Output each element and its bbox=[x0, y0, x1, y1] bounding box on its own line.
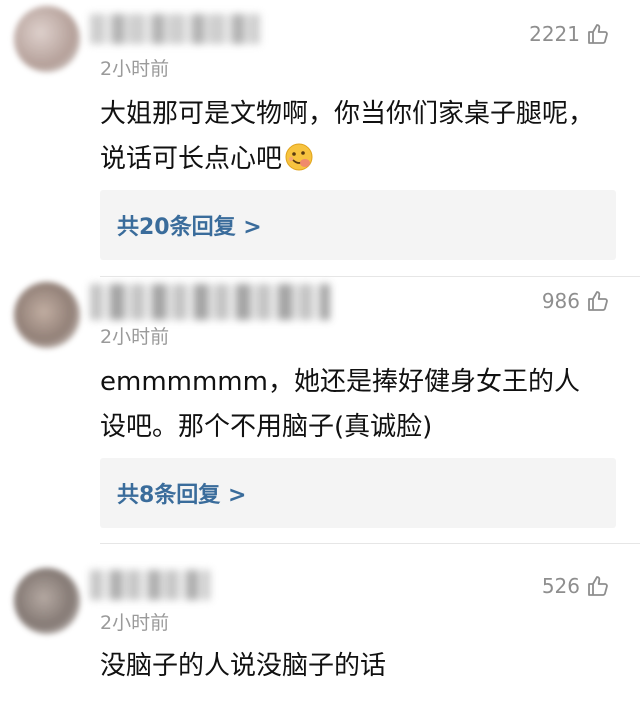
comment-text: emmmmmm，她还是捧好健身女王的人设吧。那个不用脑子(真诚脸) bbox=[100, 367, 580, 442]
comment-time: 2小时前 bbox=[100, 58, 170, 80]
avatar[interactable] bbox=[14, 568, 80, 634]
avatar[interactable] bbox=[14, 6, 80, 72]
comment-time: 2小时前 bbox=[100, 612, 170, 634]
divider bbox=[100, 543, 640, 544]
username-redacted[interactable] bbox=[90, 14, 260, 44]
like-count: 986 bbox=[541, 289, 580, 313]
username-redacted[interactable] bbox=[90, 284, 330, 320]
comment-time: 2小时前 bbox=[100, 326, 170, 348]
username-redacted[interactable] bbox=[90, 570, 210, 600]
replies-count-link[interactable]: 共8条回复 > bbox=[117, 477, 246, 509]
thumbs-up-icon bbox=[588, 576, 608, 596]
avatar[interactable] bbox=[14, 282, 80, 348]
thumbs-up-icon bbox=[588, 291, 608, 311]
like-button[interactable]: 986 bbox=[542, 289, 610, 313]
divider bbox=[100, 276, 640, 277]
view-replies-button[interactable]: 共20条回复 > bbox=[100, 190, 616, 260]
comment-text: 没脑子的人说没脑子的话 bbox=[100, 651, 387, 681]
like-button[interactable]: 2221 bbox=[529, 22, 610, 46]
like-button[interactable]: 526 bbox=[542, 574, 610, 598]
view-replies-button[interactable]: 共8条回复 > bbox=[100, 458, 616, 528]
like-count: 2221 bbox=[529, 22, 580, 46]
thumbs-up-icon bbox=[588, 24, 608, 44]
comment-text: 大姐那可是文物啊，你当你们家桌子腿呢，说话可长点心吧 bbox=[100, 92, 600, 182]
smiling-face-emoji-icon bbox=[285, 143, 313, 171]
replies-count-link[interactable]: 共20条回复 > bbox=[117, 209, 262, 241]
comment-text-content: 大姐那可是文物啊，你当你们家桌子腿呢，说话可长点心吧 bbox=[100, 99, 595, 174]
like-count: 526 bbox=[541, 574, 580, 598]
